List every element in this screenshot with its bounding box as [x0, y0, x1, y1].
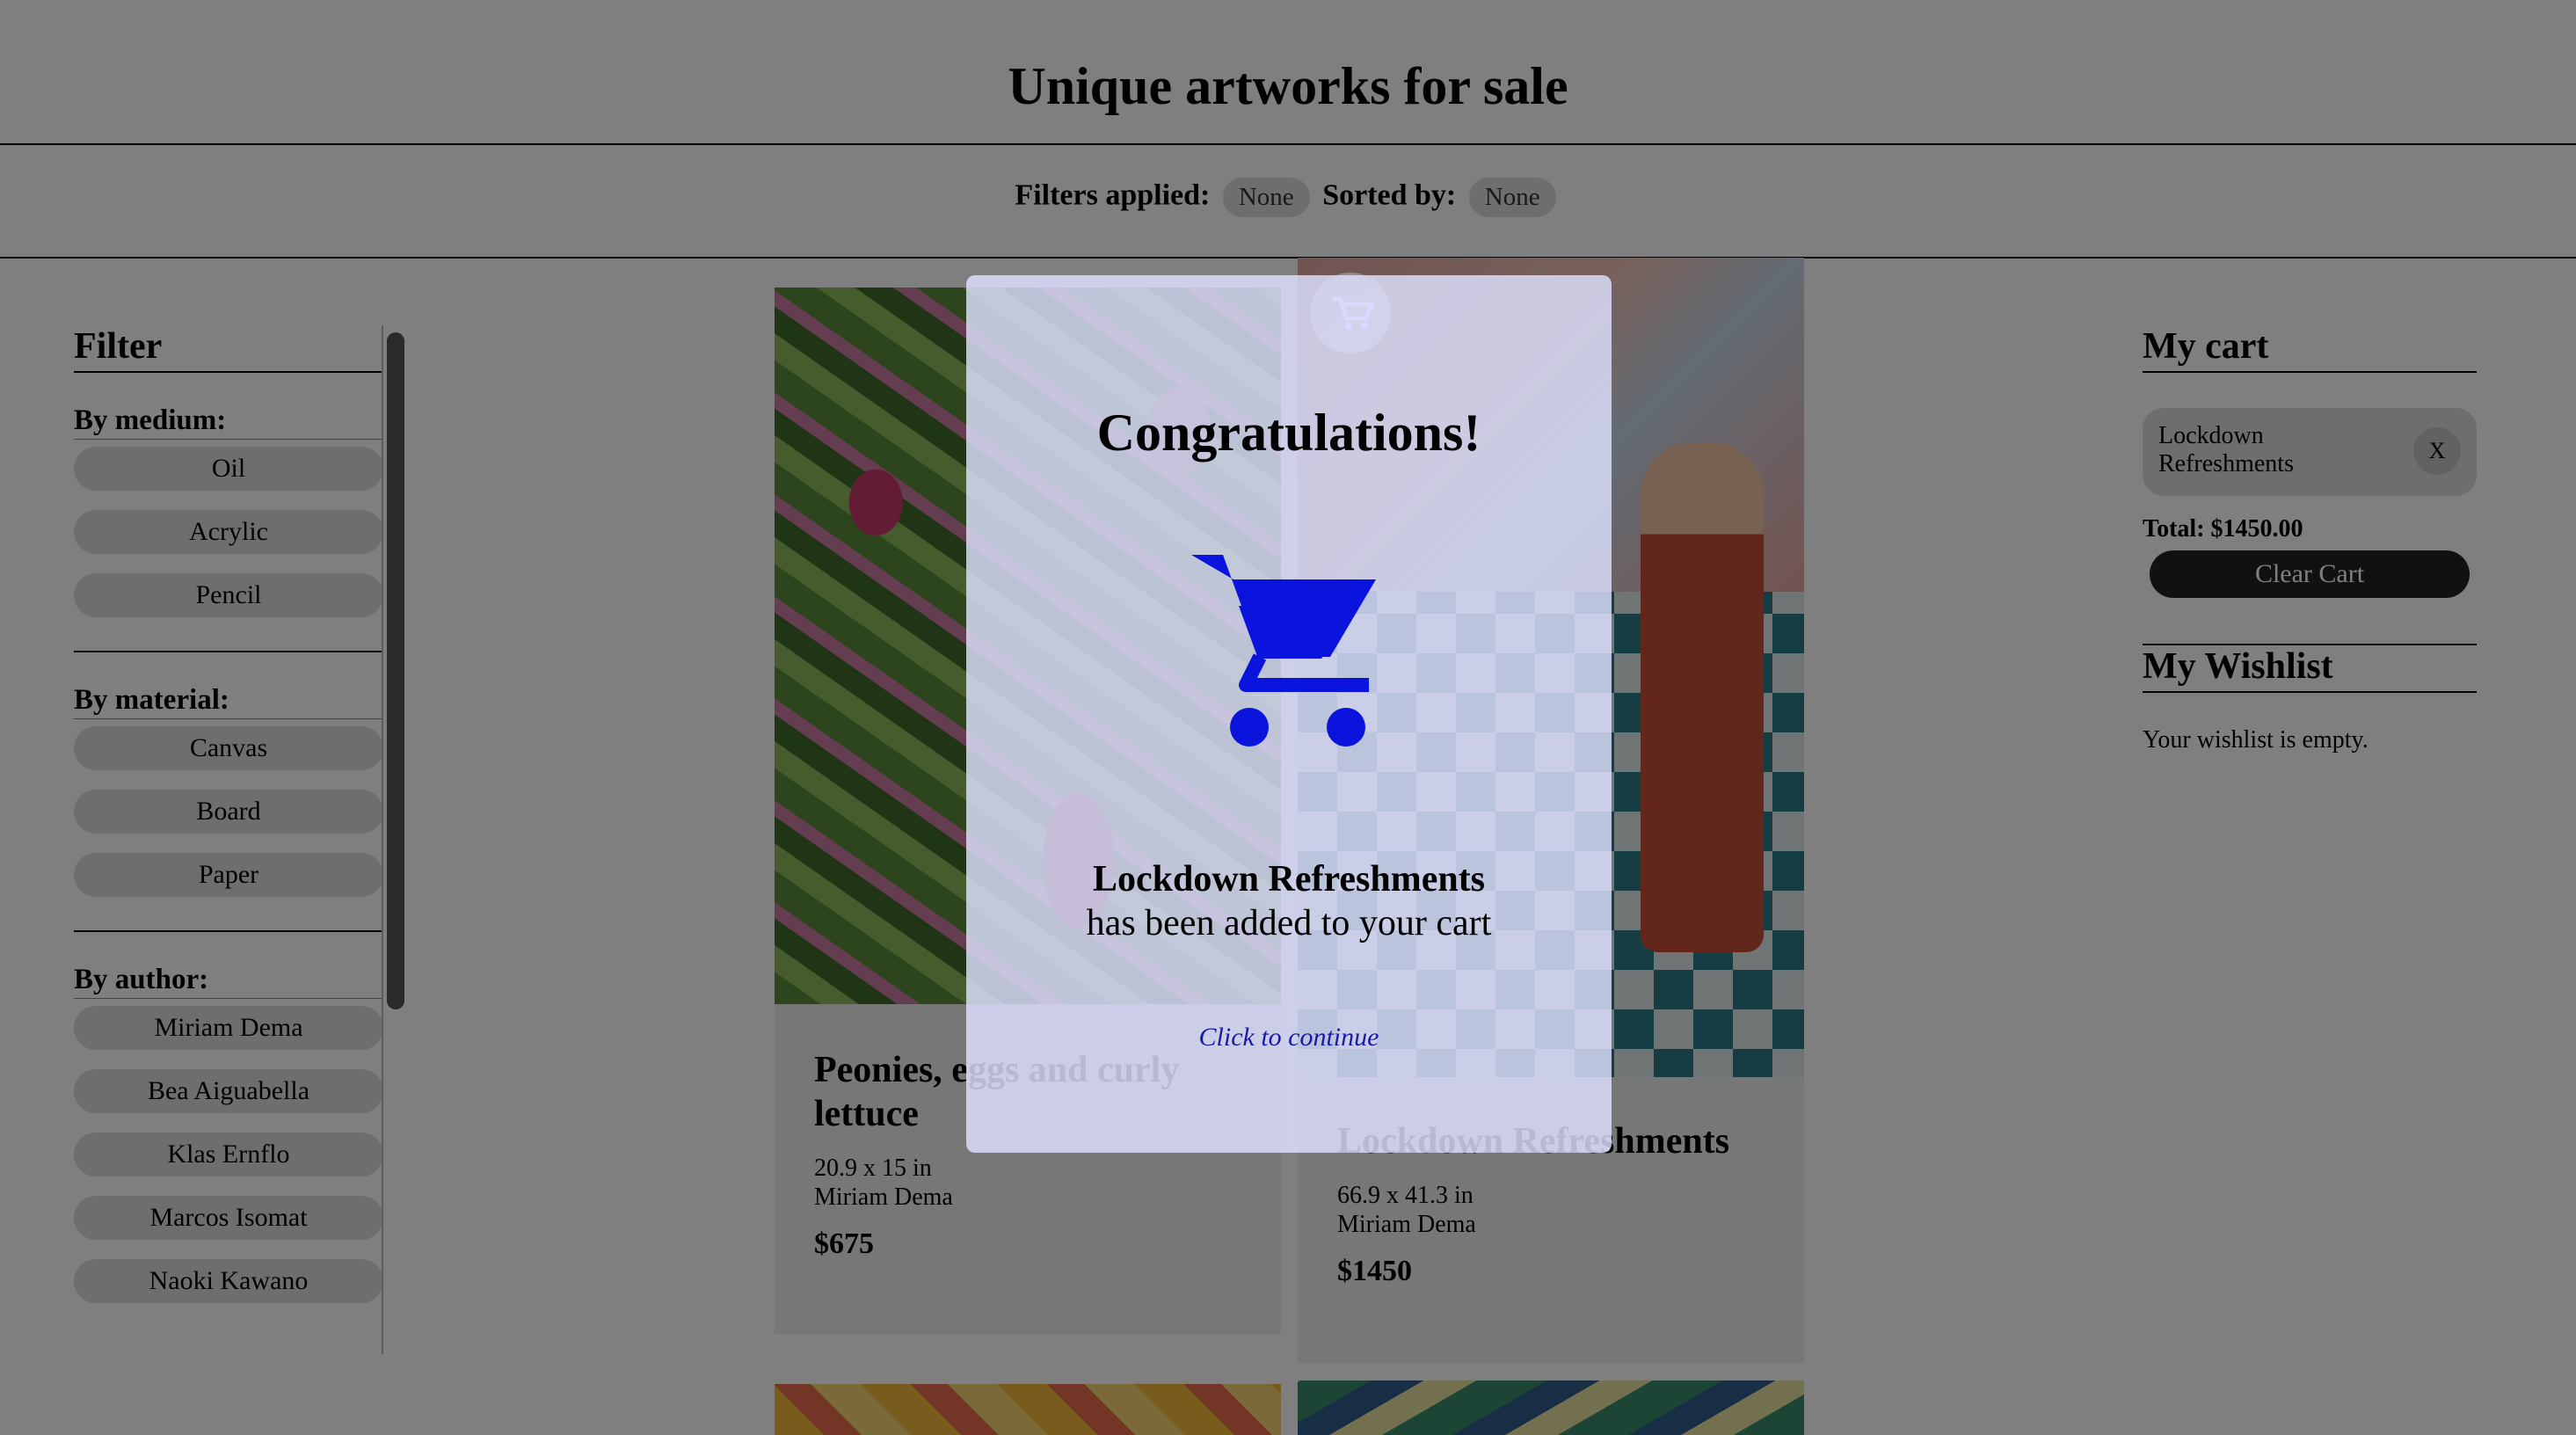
shopping-cart-icon [1191, 555, 1376, 747]
page: Unique artworks for sale Filters applied… [0, 0, 2576, 1435]
modal-message-suffix: has been added to your cart [1086, 903, 1492, 943]
modal-title: Congratulations! [1096, 404, 1481, 462]
modal-item-name: Lockdown Refreshments [1092, 859, 1486, 900]
added-to-cart-modal[interactable]: Congratulations! Lockdown Refreshments h… [966, 275, 1612, 1153]
continue-link[interactable]: Click to continue [966, 1023, 1612, 1053]
modal-message: Lockdown Refreshments has been added to … [1081, 857, 1497, 945]
